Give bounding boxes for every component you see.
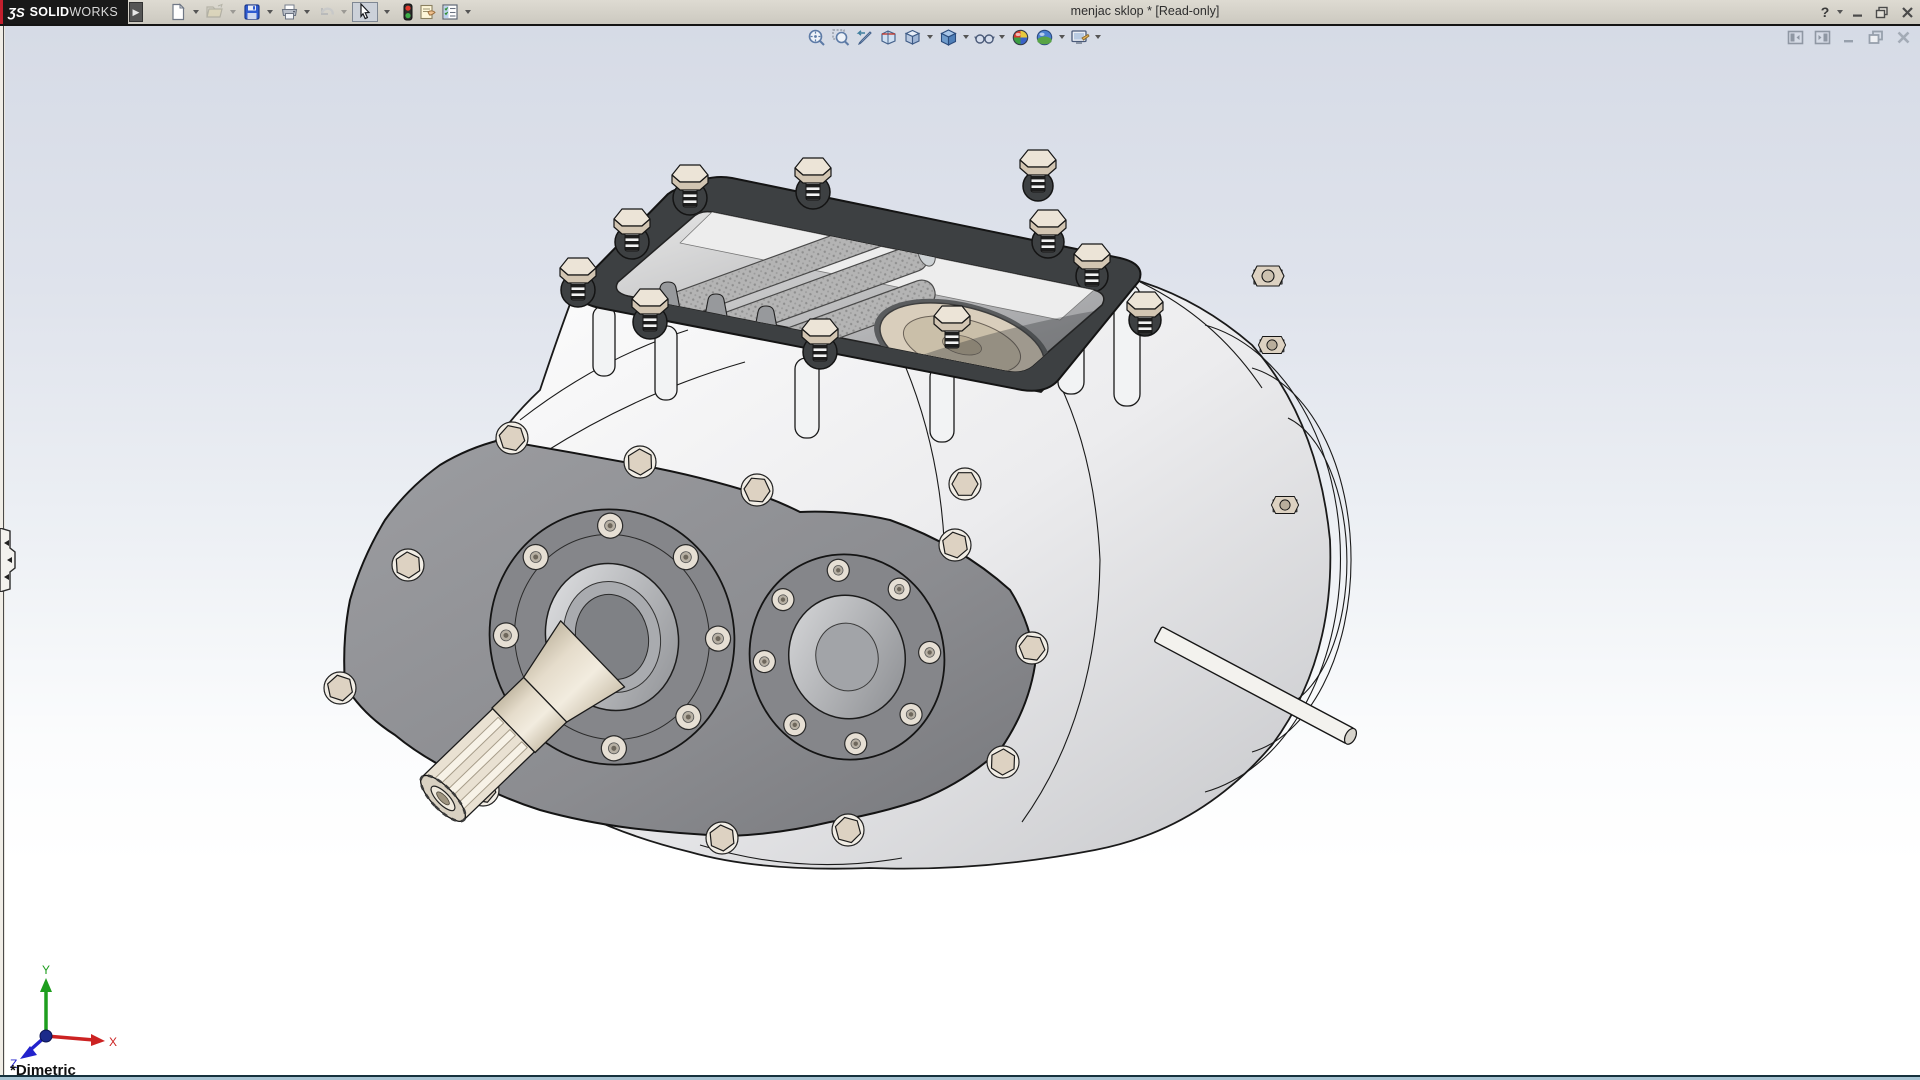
hide-show-items-button[interactable] [973,27,995,47]
zoom-to-area-button[interactable] [829,27,851,47]
feature-tree-tab-shape [0,528,20,592]
triad-x-label: X [109,1035,117,1049]
heads-up-toolbar [805,27,1103,47]
undo-button[interactable] [314,2,338,22]
housing-saddle-bolt [949,468,981,500]
help-icon: ? [1821,4,1830,20]
view-settings-icon [1070,28,1090,47]
minimize-document-button[interactable] [1838,28,1860,46]
minimize-icon [1852,6,1864,18]
rebuild-traffic-light-icon [402,3,414,21]
open-document-dropdown[interactable] [227,2,238,22]
solidworks-logo-bold: SOLID [30,5,70,19]
previous-view-icon [855,28,874,47]
feature-tree-collapsed-tab[interactable] [0,528,20,597]
minimize-button[interactable] [1846,2,1870,22]
close-document-icon [1896,30,1911,45]
window-bottom-border [0,1075,1920,1080]
save-icon [243,3,261,21]
close-icon [1901,6,1914,19]
select-tool-dropdown[interactable] [381,2,392,22]
document-window-controls [1784,28,1914,46]
save-dropdown[interactable] [264,2,275,22]
zoom-to-fit-icon [807,28,826,47]
open-document-button[interactable] [203,2,227,22]
title-bar: ƷS SOLID WORKS ▶ [0,0,1920,24]
undo-dropdown[interactable] [338,2,349,22]
hide-show-items-glasses-icon [974,28,995,47]
restore-document-icon [1868,30,1884,45]
apply-scene-button[interactable] [1033,27,1055,47]
model-canvas [0,0,1920,1080]
reference-triad: Y X Z [6,964,126,1074]
new-document-dropdown[interactable] [190,2,201,22]
menu-expand-tab[interactable]: ▶ [129,2,143,22]
file-properties-button[interactable] [416,2,440,22]
collapse-right-pane-icon [1814,30,1831,45]
window-title: menjac sklop * [Read-only] [1030,4,1260,18]
options-icon [441,3,459,21]
display-style-dropdown[interactable] [961,27,971,47]
edit-appearance-button[interactable] [1009,27,1031,47]
file-properties-icon [418,3,438,21]
restore-icon [1875,6,1889,19]
view-orientation-dropdown[interactable] [925,27,935,47]
apply-scene-icon [1035,28,1054,47]
triad-y-label: Y [42,964,50,977]
close-button[interactable] [1895,2,1919,22]
select-cursor-icon [357,3,373,21]
section-view-button[interactable] [877,27,899,47]
print-dropdown[interactable] [301,2,312,22]
new-document-button[interactable] [166,2,190,22]
help-dropdown[interactable] [1834,2,1845,22]
new-document-icon [169,3,187,21]
solidworks-logo-mark: ƷS [8,5,25,20]
collapse-right-pane-button[interactable] [1811,28,1833,46]
apply-scene-dropdown[interactable] [1057,27,1067,47]
minimize-document-icon [1842,30,1856,44]
previous-view-button[interactable] [853,27,875,47]
display-style-button[interactable] [937,27,959,47]
help-button[interactable]: ? [1816,2,1834,22]
view-orientation-button[interactable] [901,27,923,47]
view-settings-button[interactable] [1069,27,1091,47]
collapse-left-pane-icon [1787,30,1804,45]
close-document-button[interactable] [1892,28,1914,46]
options-button[interactable] [438,2,462,22]
view-settings-dropdown[interactable] [1093,27,1103,47]
collapse-left-pane-button[interactable] [1784,28,1806,46]
display-style-icon [939,28,958,47]
zoom-to-area-icon [831,28,850,47]
hide-show-items-dropdown[interactable] [997,27,1007,47]
logo-red-stripe [0,0,3,24]
undo-icon [317,3,336,21]
gearbox-model[interactable] [324,150,1359,869]
select-tool-button[interactable] [352,2,378,22]
titlebar-separator [0,24,1920,26]
section-view-icon [879,28,898,47]
open-document-icon [205,3,225,21]
restore-document-button[interactable] [1865,28,1887,46]
save-button[interactable] [240,2,264,22]
options-dropdown[interactable] [462,2,473,22]
solidworks-logo-light: WORKS [69,5,118,19]
zoom-to-fit-button[interactable] [805,27,827,47]
solidworks-logo: ƷS SOLID WORKS [0,0,128,24]
print-button[interactable] [277,2,301,22]
view-orientation-icon [903,28,922,47]
print-icon [280,3,299,21]
edit-appearance-icon [1011,28,1030,47]
restore-button[interactable] [1870,2,1894,22]
